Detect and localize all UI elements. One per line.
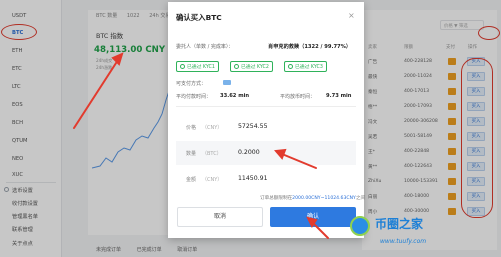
confirm-button[interactable]: 确认: [270, 207, 356, 227]
trader-value[interactable]: 肖申克的救赎（1322 / 99.77%）: [268, 43, 358, 51]
note-prefix: 订单总额限制在: [260, 196, 293, 201]
watermark-logo-icon: [350, 216, 370, 236]
close-icon[interactable]: ×: [348, 11, 355, 20]
quantity-field[interactable]: 数量 （BTC） 0.2000: [176, 141, 356, 165]
amount-unit: （CNY）: [202, 177, 223, 183]
watermark-brand: 币圈之家: [375, 217, 424, 231]
check-icon: [180, 64, 185, 69]
avg-pay-value: 33.62 min: [220, 93, 250, 99]
kyc1-badge: 已通过 KYC1: [176, 61, 219, 72]
quantity-unit: （BTC）: [202, 151, 222, 157]
check-icon: [288, 64, 293, 69]
kyc2-badge: 已通过 KYC2: [230, 61, 273, 72]
avg-pay-label: 平均付款时间：: [176, 94, 212, 100]
exchange-page: USDT BTC ETH ETC LTC EOS BCH QTUM NEO XU…: [0, 0, 501, 257]
kyc1-label: 已通过 KYC1: [187, 65, 215, 70]
payment-label: 可支付方式：: [176, 81, 207, 87]
price-label: 价格: [186, 125, 197, 131]
price-unit: （CNY）: [202, 125, 223, 131]
trader-label: 委托人（单数 / 完成率）：: [176, 44, 234, 50]
amount-field[interactable]: 金额 （CNY） 11450.91: [176, 167, 356, 191]
kyc2-label: 已通过 KYC2: [241, 65, 269, 70]
avg-release-value: 9.73 min: [326, 93, 352, 99]
watermark-url: www.tuufy.com: [380, 238, 427, 245]
price-value: 57254.55: [238, 123, 268, 130]
kyc3-badge: 已通过 KYC3: [284, 61, 327, 72]
quantity-input[interactable]: 0.2000: [238, 149, 260, 156]
cancel-button[interactable]: 取消: [177, 207, 263, 227]
amount-input[interactable]: 11450.91: [238, 175, 268, 182]
confirm-buy-modal: 确认买入BTC × 委托人（单数 / 完成率）： 肖申克的救赎（1322 / 9…: [168, 2, 365, 238]
note-limit-range: 2000.00CNY~11024.63CNY: [292, 196, 356, 201]
quantity-label: 数量: [186, 151, 197, 157]
price-field: 价格 （CNY） 57254.55: [176, 115, 356, 139]
modal-divider: [176, 106, 356, 107]
check-icon: [234, 64, 239, 69]
note-suffix: 之间: [355, 196, 366, 201]
kyc3-label: 已通过 KYC3: [295, 65, 323, 70]
bank-card-icon: [223, 80, 231, 85]
modal-title: 确认买入BTC: [176, 13, 222, 22]
avg-release-label: 平均放币时间：: [280, 94, 316, 100]
amount-label: 金额: [186, 177, 197, 183]
order-limit-note: 订单总额限制在2000.00CNY~11024.63CNY之间: [260, 195, 365, 201]
